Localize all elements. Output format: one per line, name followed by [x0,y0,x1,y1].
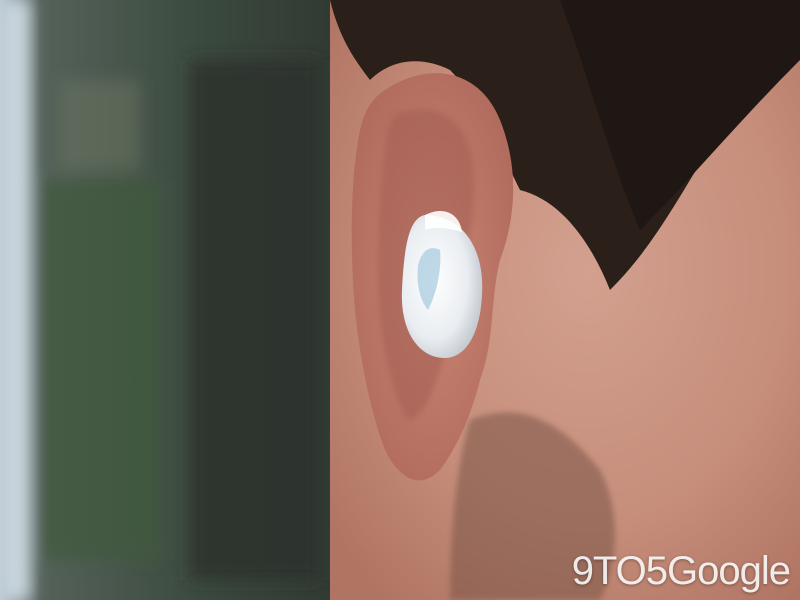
watermark-logo: 9TO5Google [571,549,791,593]
photo-artwork [0,0,800,600]
photo: 9TO5Google [0,0,800,600]
